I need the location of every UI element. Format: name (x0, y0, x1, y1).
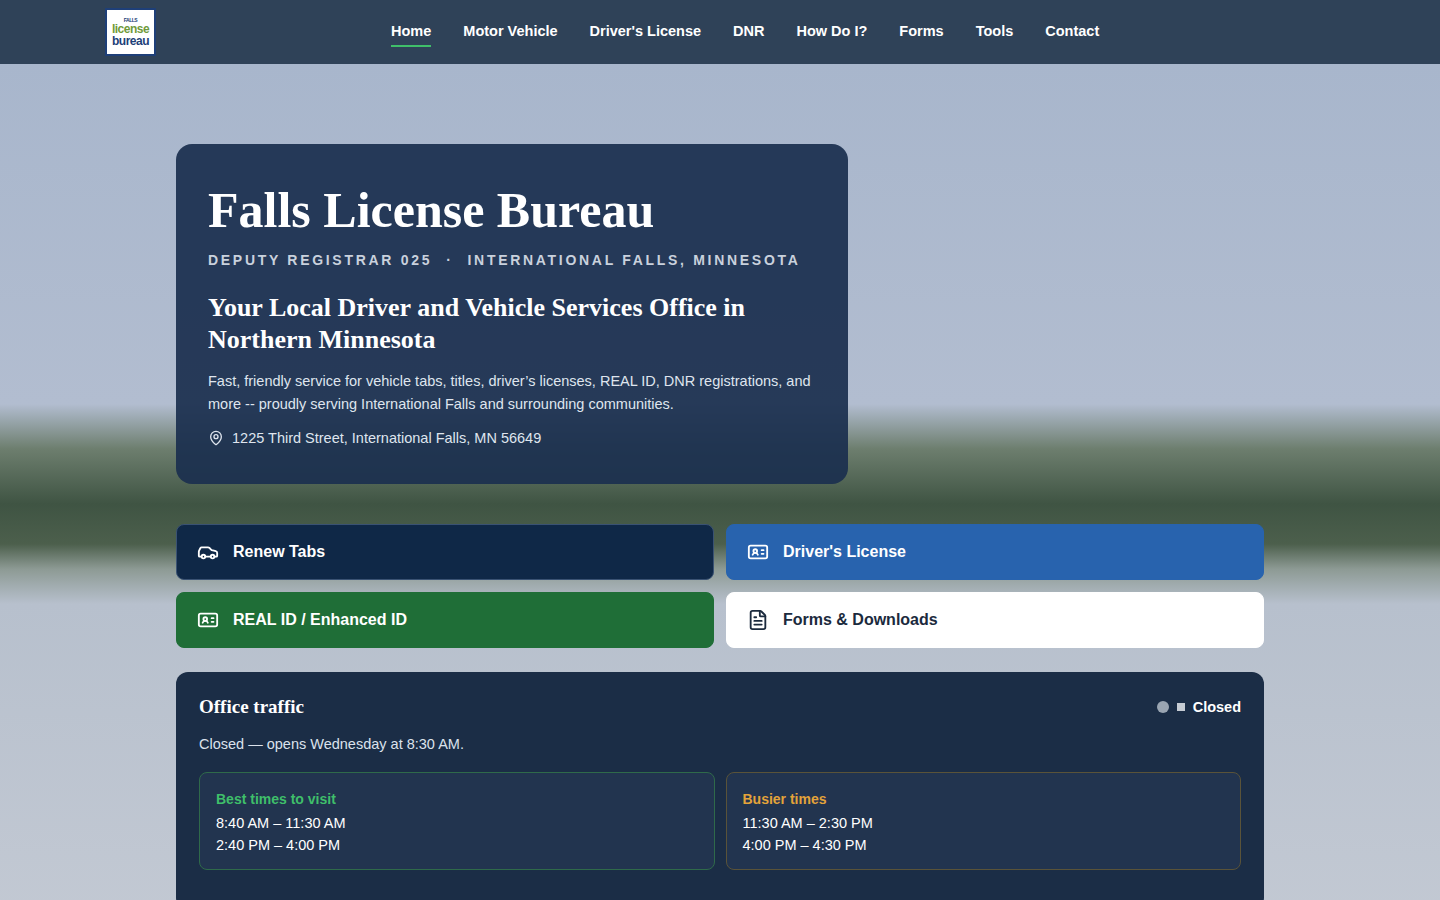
id-card-icon (747, 541, 769, 563)
logo-text: license (112, 23, 149, 35)
traffic-title: Office traffic (199, 696, 304, 718)
subtitle-part: INTERNATIONAL FALLS, MINNESOTA (468, 252, 801, 268)
subtitle-part: DEPUTY REGISTRAR 025 (208, 252, 432, 268)
nav-link[interactable]: Driver's License (590, 17, 701, 47)
address: 1225 Third Street, International Falls, … (208, 430, 816, 446)
time-window-label: Best times to visit (216, 791, 698, 807)
nav-link[interactable]: Contact (1045, 17, 1099, 47)
subtitle-part: · (446, 252, 453, 268)
hero-card: Falls License Bureau DEPUTY REGISTRAR 025… (176, 144, 848, 484)
map-pin-icon (208, 430, 224, 446)
container: Falls License Bureau DEPUTY REGISTRAR 025… (176, 144, 1264, 900)
traffic-status: Closed (1157, 699, 1241, 715)
address-text: 1225 Third Street, International Falls, … (232, 430, 541, 446)
nav-link[interactable]: Motor Vehicle (463, 17, 557, 47)
action-label: Forms & Downloads (783, 611, 938, 629)
time-window: Busier times 11:30 AM – 2:30 PM 4:00 PM – … (726, 772, 1242, 870)
time-range: 11:30 AM – 2:30 PM (743, 815, 1225, 831)
car-icon (197, 541, 219, 563)
action-grid: Renew Tabs Driver's License REAL ID / Enha… (176, 524, 1264, 648)
description: Fast, friendly service for vehicle tabs,… (208, 370, 816, 416)
time-range: 4:00 PM – 4:30 PM (743, 837, 1225, 853)
document-icon (747, 609, 769, 631)
status-square (1177, 703, 1185, 711)
action-label: Driver's License (783, 543, 906, 561)
time-window-label: Busier times (743, 791, 1225, 807)
action-button[interactable]: Forms & Downloads (726, 592, 1264, 648)
traffic-card: Office traffic Closed Closed — opens Wedne… (176, 672, 1264, 900)
action-button[interactable]: REAL ID / Enhanced ID (176, 592, 714, 648)
action-label: REAL ID / Enhanced ID (233, 611, 407, 629)
time-range: 2:40 PM – 4:00 PM (216, 837, 698, 853)
nav-links: Home Motor Vehicle Driver's License DNR How … (391, 17, 1099, 47)
time-window: Best times to visit 8:40 AM – 11:30 AM 2:4… (199, 772, 715, 870)
action-button[interactable]: Renew Tabs (176, 524, 714, 580)
heading: Your Local Driver and Vehicle Services O… (208, 292, 816, 356)
nav-bar: FALLSlicensebureau Home Motor Vehicle Drive… (0, 0, 1440, 64)
nav-link[interactable]: Forms (899, 17, 943, 47)
time-range: 8:40 AM – 11:30 AM (216, 815, 698, 831)
logo-text: bureau (112, 35, 149, 47)
action-label: Renew Tabs (233, 543, 325, 561)
time-windows: Best times to visit 8:40 AM – 11:30 AM 2:4… (199, 772, 1241, 870)
subtitle: DEPUTY REGISTRAR 025 · INTERNATIONAL FALLS… (208, 252, 816, 268)
status-dot (1157, 701, 1169, 713)
action-button[interactable]: Driver's License (726, 524, 1264, 580)
nav-link[interactable]: How Do I? (796, 17, 867, 47)
nav-link[interactable]: Home (391, 17, 431, 47)
nav-link[interactable]: DNR (733, 17, 764, 47)
hero: Falls License Bureau DEPUTY REGISTRAR 025… (0, 64, 1440, 900)
traffic-message: Closed — opens Wednesday at 8:30 AM. (199, 736, 1241, 752)
logo[interactable]: FALLSlicensebureau (105, 8, 156, 56)
title: Falls License Bureau (208, 180, 816, 240)
id-card-icon (197, 609, 219, 631)
nav-link[interactable]: Tools (976, 17, 1014, 47)
page: FALLSlicensebureau Home Motor Vehicle Drive… (0, 0, 1440, 900)
traffic-header: Office traffic Closed (199, 696, 1241, 718)
status-text: Closed (1193, 699, 1241, 715)
